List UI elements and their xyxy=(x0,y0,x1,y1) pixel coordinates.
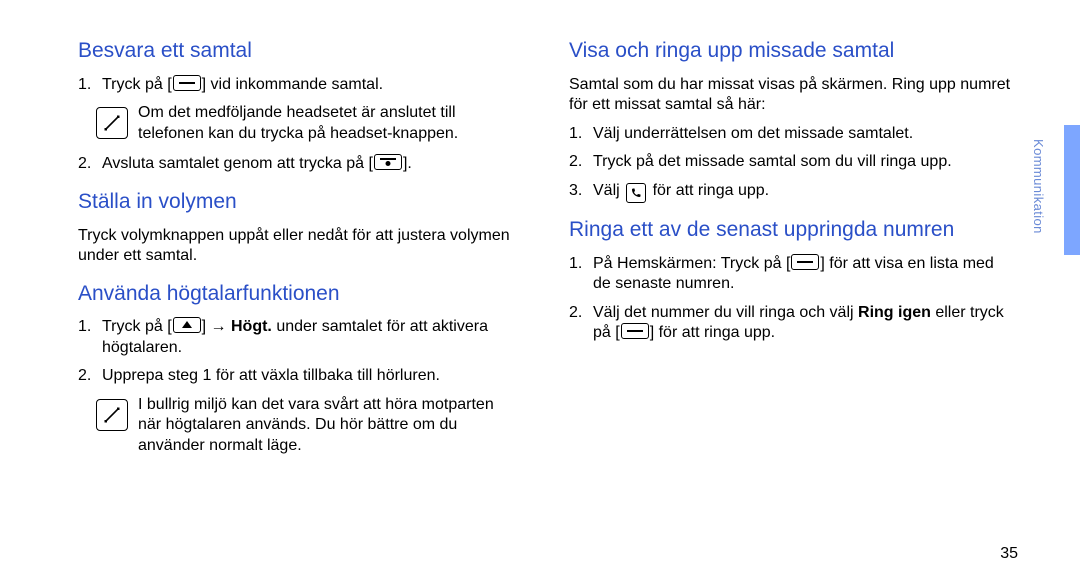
step-number: 2. xyxy=(78,154,96,174)
heading-missed-calls: Visa och ringa upp missade samtal xyxy=(569,38,1012,65)
note-icon xyxy=(96,107,128,139)
list-item: 1. Tryck på [] vid inkommande samtal. xyxy=(78,75,521,95)
step-text: Välj för att ringa upp. xyxy=(593,181,1012,203)
speaker-steps: 1. Tryck på [] → Högt. under samtalet fö… xyxy=(78,317,521,386)
note-text: I bullrig miljö kan det vara svårt att h… xyxy=(138,395,521,456)
step-number: 2. xyxy=(78,366,96,386)
call-icon xyxy=(626,183,646,203)
side-section-label: Kommunikation xyxy=(1046,125,1060,345)
step-text: Upprepa steg 1 för att växla tillbaka ti… xyxy=(102,366,521,386)
step-number: 2. xyxy=(569,303,587,344)
heading-answer-call: Besvara ett samtal xyxy=(78,38,521,65)
list-item: 2. Avsluta samtalet genom att trycka på … xyxy=(78,154,521,174)
step-number: 1. xyxy=(569,254,587,295)
missed-calls-steps: 1. Välj underrättelsen om det missade sa… xyxy=(569,124,1012,203)
recent-numbers-steps: 1. På Hemskärmen: Tryck på [] för att vi… xyxy=(569,254,1012,344)
heading-set-volume: Ställa in volymen xyxy=(78,189,521,216)
note-speaker: I bullrig miljö kan det vara svårt att h… xyxy=(96,395,521,456)
heading-speaker: Använda högtalarfunktionen xyxy=(78,281,521,308)
left-column: Besvara ett samtal 1. Tryck på [] vid in… xyxy=(78,38,521,466)
volume-paragraph: Tryck volymknappen uppåt eller nedåt för… xyxy=(78,226,521,267)
end-key-icon xyxy=(374,154,402,170)
manual-page: Besvara ett samtal 1. Tryck på [] vid in… xyxy=(0,0,1080,585)
list-item: 1. Välj underrättelsen om det missade sa… xyxy=(569,124,1012,144)
step-number: 1. xyxy=(569,124,587,144)
menu-key-icon xyxy=(173,317,201,333)
list-item: 2. Välj det nummer du vill ringa och väl… xyxy=(569,303,1012,344)
list-item: 2. Upprepa steg 1 för att växla tillbaka… xyxy=(78,366,521,386)
step-number: 3. xyxy=(569,181,587,203)
answer-call-steps: 1. Tryck på [] vid inkommande samtal. xyxy=(78,75,521,95)
send-key-icon xyxy=(621,323,649,339)
heading-recent-numbers: Ringa ett av de senast uppringda numren xyxy=(569,217,1012,244)
send-key-icon xyxy=(173,75,201,91)
list-item: 1. Tryck på [] → Högt. under samtalet fö… xyxy=(78,317,521,358)
step-text: Välj det nummer du vill ringa och välj R… xyxy=(593,303,1012,344)
step-text: Tryck på [] vid inkommande samtal. xyxy=(102,75,521,95)
right-column: Visa och ringa upp missade samtal Samtal… xyxy=(569,38,1012,466)
list-item: 1. På Hemskärmen: Tryck på [] för att vi… xyxy=(569,254,1012,295)
step-number: 1. xyxy=(78,75,96,95)
send-key-icon xyxy=(791,254,819,270)
step-number: 2. xyxy=(569,152,587,172)
content-columns: Besvara ett samtal 1. Tryck på [] vid in… xyxy=(78,38,1012,466)
side-tab-marker xyxy=(1064,125,1080,255)
page-number: 35 xyxy=(1000,545,1018,563)
step-text: Avsluta samtalet genom att trycka på []. xyxy=(102,154,521,174)
list-item: 3. Välj för att ringa upp. xyxy=(569,181,1012,203)
step-text: Tryck på det missade samtal som du vill … xyxy=(593,152,1012,172)
step-text: Tryck på [] → Högt. under samtalet för a… xyxy=(102,317,521,358)
note-icon xyxy=(96,399,128,431)
step-text: Välj underrättelsen om det missade samta… xyxy=(593,124,1012,144)
list-item: 2. Tryck på det missade samtal som du vi… xyxy=(569,152,1012,172)
step-text: På Hemskärmen: Tryck på [] för att visa … xyxy=(593,254,1012,295)
note-headset: Om det medföljande headsetet är anslutet… xyxy=(96,103,521,144)
answer-call-steps-cont: 2. Avsluta samtalet genom att trycka på … xyxy=(78,154,521,174)
missed-calls-para: Samtal som du har missat visas på skärme… xyxy=(569,75,1012,116)
note-text: Om det medföljande headsetet är anslutet… xyxy=(138,103,521,144)
step-number: 1. xyxy=(78,317,96,358)
